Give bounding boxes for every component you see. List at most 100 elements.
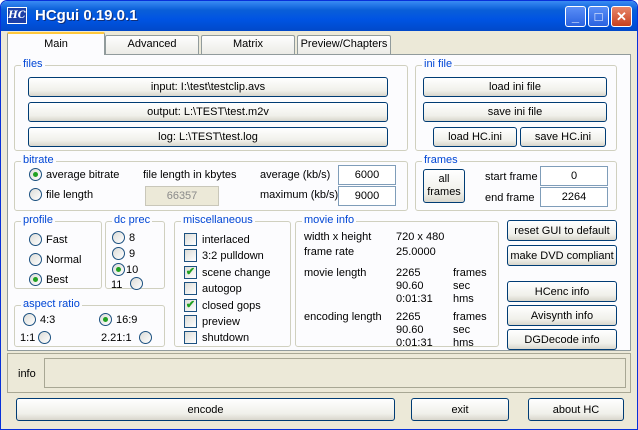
- aspect-ratio-group-title: aspect ratio: [21, 298, 82, 311]
- ini-file-group-title: ini file: [422, 58, 455, 71]
- dc-prec-9-radio[interactable]: [112, 247, 125, 260]
- average-kbs-label: average (kb/s): [260, 169, 331, 181]
- shutdown-checkbox[interactable]: [184, 331, 197, 344]
- aspect-2-21-1-label: 2.21:1: [101, 332, 132, 344]
- dc-prec-11-radio[interactable]: [130, 277, 143, 290]
- files-group: files input: I:\test\testclip.avs output…: [14, 58, 408, 151]
- window-title: HCgui 0.19.0.1: [35, 7, 138, 24]
- aspect-2-21-1-radio[interactable]: [139, 331, 152, 344]
- load-hc-ini-button[interactable]: load HC.ini: [433, 127, 517, 147]
- frame-rate-label: frame rate: [304, 246, 355, 258]
- reset-gui-button[interactable]: reset GUI to default: [507, 220, 617, 241]
- aspect-4-3-radio[interactable]: [23, 313, 36, 326]
- closed-gops-checkbox[interactable]: ✔: [184, 299, 197, 312]
- interlaced-checkbox[interactable]: [184, 233, 197, 246]
- input-file-button[interactable]: input: I:\test\testclip.avs: [28, 77, 388, 97]
- make-dvd-compliant-button[interactable]: make DVD compliant: [507, 245, 617, 266]
- aspect-1-1-radio[interactable]: [38, 331, 51, 344]
- bitrate-group: bitrate average bitrate file length file…: [14, 154, 408, 211]
- app-icon: HC: [7, 7, 27, 24]
- movie-info-group-title: movie info: [302, 214, 357, 227]
- aspect-16-9-radio[interactable]: [99, 313, 112, 326]
- dgdecode-info-button[interactable]: DGDecode info: [507, 329, 617, 350]
- pulldown-checkbox[interactable]: [184, 249, 197, 262]
- aspect-16-9-label: 16:9: [116, 314, 138, 326]
- profile-normal-label: Normal: [46, 254, 82, 266]
- tab-main[interactable]: Main: [7, 32, 105, 55]
- tab-bar: Main Advanced Matrix Preview/Chapters: [7, 32, 633, 55]
- maximum-kbs-label: maximum (kb/s): [260, 189, 339, 201]
- dc-prec-8-radio[interactable]: [112, 231, 125, 244]
- close-button[interactable]: ✕: [611, 6, 632, 27]
- scene-change-checkbox[interactable]: ✔: [184, 266, 197, 279]
- about-hc-button[interactable]: about HC: [528, 398, 624, 421]
- miscellaneous-group-title: miscellaneous: [181, 214, 255, 227]
- main-tab-panel: files input: I:\test\testclip.avs output…: [7, 54, 631, 351]
- file-length-field: 66357: [145, 186, 219, 206]
- profile-normal-radio[interactable]: [29, 253, 42, 266]
- profile-fast-radio[interactable]: [29, 233, 42, 246]
- minimize-button[interactable]: _: [565, 6, 586, 27]
- file-length-kbytes-label: file length in kbytes: [143, 169, 237, 181]
- output-file-button[interactable]: output: L:\TEST\test.m2v: [28, 102, 388, 122]
- save-ini-button[interactable]: save ini file: [423, 102, 607, 122]
- tab-matrix[interactable]: Matrix: [201, 35, 295, 54]
- start-frame-label: start frame: [485, 171, 538, 183]
- dc-prec-10-radio[interactable]: [112, 263, 125, 276]
- encoding-length-hms: 0:01:31: [396, 337, 433, 349]
- ini-file-group: ini file load ini file save ini file loa…: [415, 58, 617, 151]
- profile-best-radio[interactable]: [29, 273, 42, 286]
- movie-length-frames: 2265: [396, 267, 421, 279]
- width-height-label: width x height: [304, 231, 372, 243]
- movie-length-label: movie length: [304, 267, 367, 279]
- exit-button[interactable]: exit: [411, 398, 509, 421]
- file-length-label: file length: [46, 189, 94, 201]
- dc-prec-11-label: 11: [111, 279, 123, 291]
- shutdown-label: shutdown: [202, 332, 250, 344]
- autogop-checkbox[interactable]: [184, 282, 197, 295]
- tab-preview-chapters[interactable]: Preview/Chapters: [297, 35, 391, 54]
- maximum-kbs-field[interactable]: 9000: [338, 186, 396, 206]
- preview-label: preview: [202, 316, 240, 328]
- log-file-button[interactable]: log: L:\TEST\test.log: [28, 127, 388, 147]
- dc-prec-group: dc prec 8 9 10 11: [105, 214, 165, 291]
- dc-prec-9-label: 9: [129, 248, 136, 260]
- end-frame-field[interactable]: 2264: [540, 187, 608, 207]
- files-group-title: files: [21, 58, 45, 71]
- all-frames-line2: frames: [427, 186, 461, 198]
- width-height-value: 720 x 480: [396, 231, 445, 243]
- average-kbs-field[interactable]: 6000: [338, 165, 396, 185]
- movie-length-hms: 0:01:31: [396, 293, 433, 305]
- file-length-radio[interactable]: [29, 188, 42, 201]
- load-ini-button[interactable]: load ini file: [423, 77, 607, 97]
- closed-gops-label: closed gops: [202, 300, 261, 312]
- minimize-icon: _: [571, 9, 580, 24]
- pulldown-label: 3:2 pulldown: [202, 250, 264, 262]
- frames-group: frames all frames start frame 0 end frame…: [415, 154, 617, 211]
- encoding-length-hms-unit: hms: [453, 337, 474, 349]
- dc-prec-group-title: dc prec: [112, 214, 153, 227]
- all-frames-line1: all: [438, 173, 450, 185]
- movie-info-group: movie info width x height 720 x 480 fram…: [295, 214, 499, 349]
- preview-checkbox[interactable]: [184, 315, 197, 328]
- avisynth-info-button[interactable]: Avisynth info: [507, 305, 617, 326]
- info-label: info: [18, 368, 36, 380]
- movie-length-hms-unit: hms: [453, 293, 474, 305]
- average-bitrate-radio[interactable]: [29, 168, 42, 181]
- autogop-label: autogop: [202, 283, 242, 295]
- all-frames-button[interactable]: all frames: [423, 169, 465, 203]
- save-hc-ini-button[interactable]: save HC.ini: [520, 127, 606, 147]
- info-bar: info: [7, 353, 631, 393]
- interlaced-label: interlaced: [202, 234, 250, 246]
- tab-advanced[interactable]: Advanced: [105, 35, 199, 54]
- bitrate-group-title: bitrate: [21, 154, 56, 167]
- encoding-length-label: encoding length: [304, 311, 382, 323]
- main-window: HC HCgui 0.19.0.1 _ □ ✕ Main Advanced Ma…: [0, 0, 638, 430]
- encode-button[interactable]: encode: [16, 398, 395, 421]
- profile-best-label: Best: [46, 274, 69, 286]
- maximize-button[interactable]: □: [588, 6, 609, 27]
- hcenc-info-button[interactable]: HCenc info: [507, 281, 617, 302]
- dc-prec-10-label: 10: [126, 264, 139, 276]
- title-bar[interactable]: HC HCgui 0.19.0.1 _ □ ✕: [1, 1, 637, 31]
- start-frame-field[interactable]: 0: [540, 166, 608, 186]
